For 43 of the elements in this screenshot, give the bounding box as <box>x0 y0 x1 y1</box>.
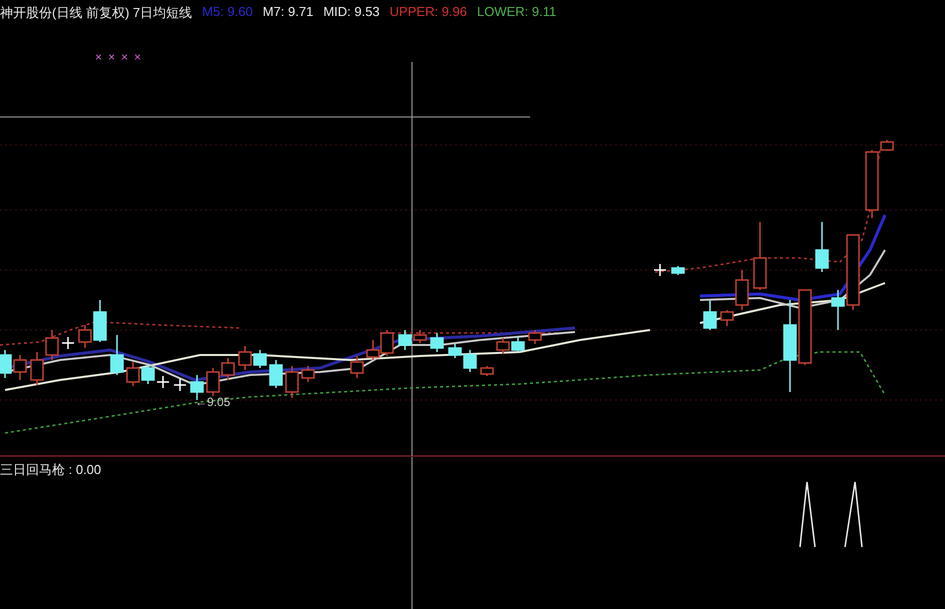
candlestick <box>45 330 59 360</box>
indicator-value: UPPER: 9.96 <box>390 4 467 21</box>
indicator-value: LOWER: 9.11 <box>477 4 556 21</box>
candlestick <box>141 364 155 384</box>
candlestick <box>815 222 829 272</box>
candlestick <box>753 222 767 290</box>
indicator-label: 三日回马枪 : 0.00 <box>0 461 102 479</box>
signal-spike-drawing <box>799 481 863 548</box>
candlestick <box>30 352 44 385</box>
doji-candlestick <box>157 376 169 388</box>
low-price-label: ←9.05 <box>195 395 230 409</box>
candlestick <box>285 366 299 398</box>
candlestick <box>0 350 12 378</box>
candlestick <box>366 340 380 360</box>
candlestick <box>253 350 267 368</box>
doji-candlestick <box>62 337 74 349</box>
candlestick <box>480 366 494 376</box>
candlestick <box>110 335 124 375</box>
candlestick <box>126 362 140 386</box>
signal-mark: × <box>108 50 116 64</box>
indicator-value: M7: 9.71 <box>262 4 314 21</box>
indicator-value: M5: 9.60 <box>202 4 253 21</box>
candlestick <box>380 330 394 356</box>
signal-mark: × <box>134 50 142 64</box>
candlestick <box>671 266 685 275</box>
indicator-value: MID: 9.53 <box>323 4 380 21</box>
candlestick <box>496 338 510 354</box>
signal-mark: × <box>95 50 102 64</box>
doji-candlestick <box>174 379 186 391</box>
doji-candlestick <box>654 264 666 276</box>
candlestick <box>430 333 444 352</box>
candlestick <box>350 356 364 378</box>
candlestick <box>221 358 235 380</box>
candlestick <box>703 300 717 330</box>
candlestick <box>269 360 283 388</box>
candlestick <box>238 346 252 370</box>
candlestick <box>528 330 542 344</box>
candlestick <box>206 368 220 396</box>
candlestick <box>13 355 27 380</box>
candlestick <box>301 366 315 382</box>
chart-title: 神开股份(日线 前复权) 7日均短线 <box>0 4 192 22</box>
signal-mark: × <box>121 50 128 64</box>
candlestick <box>511 336 525 352</box>
